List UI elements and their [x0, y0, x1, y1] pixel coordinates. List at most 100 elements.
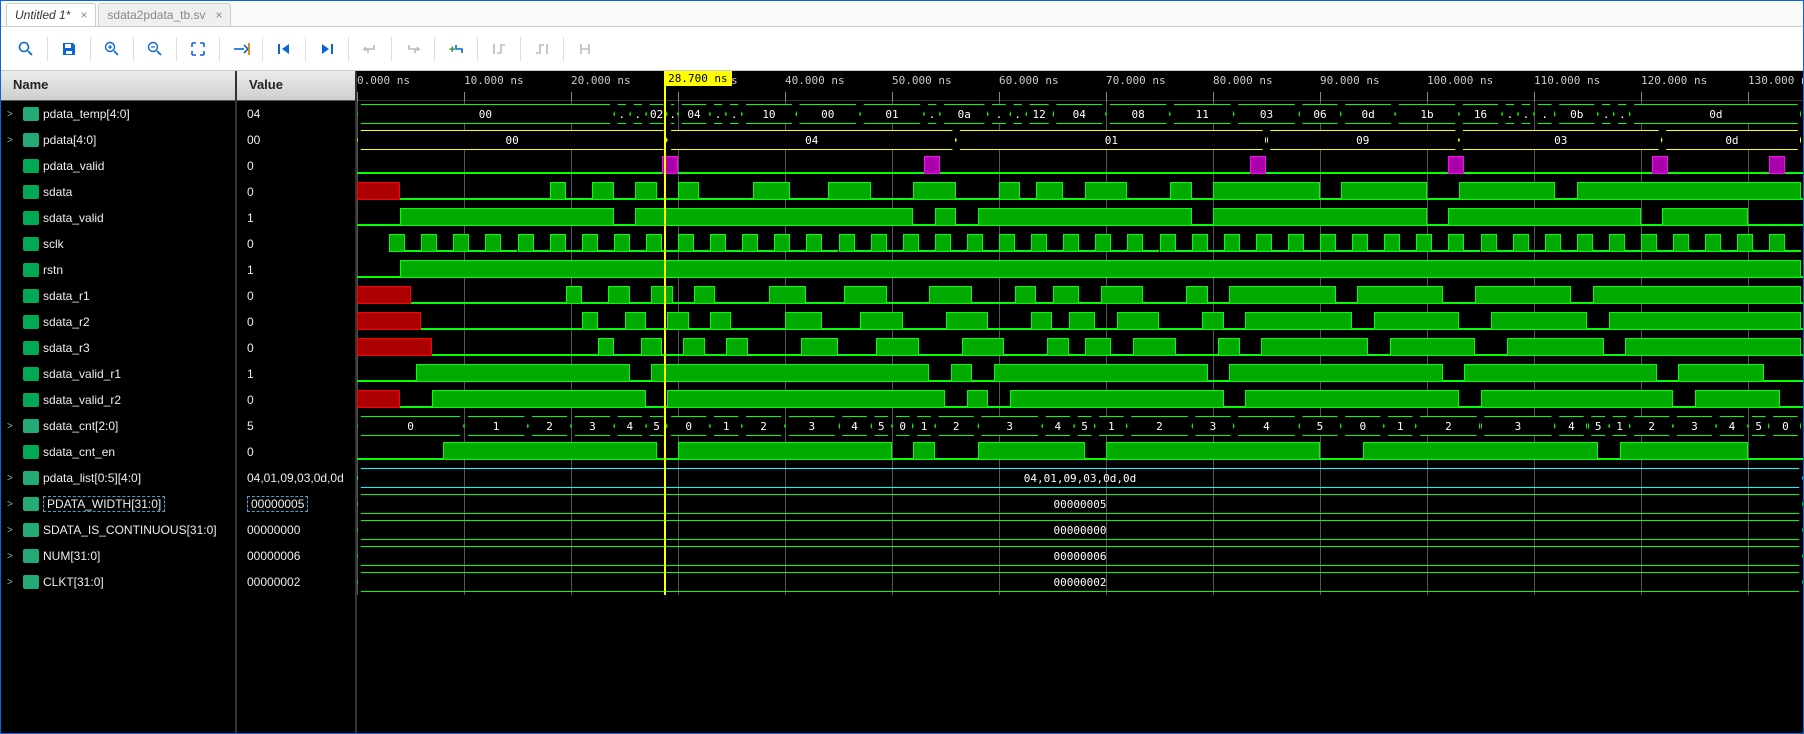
signal-value[interactable]: 00000006 — [237, 543, 355, 569]
signal-row[interactable]: >SDATA_IS_CONTINUOUS[31:0] — [1, 517, 235, 543]
signal-row[interactable]: >pdata_list[0:5][4:0] — [1, 465, 235, 491]
expand-toggle[interactable]: > — [7, 421, 19, 432]
signal-value[interactable]: 00000005 — [237, 491, 355, 517]
zoom-in-icon[interactable] — [97, 34, 127, 64]
signal-row[interactable]: sdata_valid_r2 — [1, 387, 235, 413]
wave-row[interactable] — [357, 231, 1803, 257]
close-icon[interactable]: × — [80, 8, 87, 22]
expand-toggle[interactable]: > — [7, 551, 19, 562]
signal-value[interactable]: 1 — [237, 205, 355, 231]
high-segment — [1218, 338, 1239, 356]
wave-row[interactable] — [357, 309, 1803, 335]
high-segment — [978, 208, 1192, 226]
wave-row[interactable]: 00000005 — [357, 491, 1803, 517]
wave-row[interactable] — [357, 439, 1803, 465]
high-segment — [598, 338, 614, 356]
signal-value[interactable]: 04 — [237, 101, 355, 127]
go-last-icon[interactable] — [312, 34, 342, 64]
signal-name: NUM[31:0] — [43, 549, 100, 563]
high-segment — [1170, 182, 1191, 200]
signal-row[interactable]: sdata_r1 — [1, 283, 235, 309]
signal-row[interactable]: > NUM[31:0] — [1, 543, 235, 569]
clk-edge — [437, 250, 453, 252]
wave-row[interactable]: 01234501234501234512345012345123450 — [357, 413, 1803, 439]
signal-value[interactable]: 0 — [237, 283, 355, 309]
clk-edge — [1047, 250, 1063, 252]
wave-row[interactable]: 04,01,09,03,0d,0d — [357, 465, 1803, 491]
wave-row[interactable]: 00..02.04..100001.0a..1204081103060d1b16… — [357, 101, 1803, 127]
high-segment — [951, 364, 972, 382]
signal-row[interactable]: >PDATA_WIDTH[31:0] — [1, 491, 235, 517]
signal-row[interactable]: sdata_valid_r1 — [1, 361, 235, 387]
value-text: 1 — [247, 211, 254, 225]
go-to-cursor-icon[interactable] — [226, 34, 256, 64]
signal-row[interactable]: >pdata_temp[4:0] — [1, 101, 235, 127]
expand-toggle[interactable]: > — [7, 473, 19, 484]
signal-value[interactable]: 0 — [237, 231, 355, 257]
high-segment — [1475, 286, 1571, 304]
high-segment — [769, 286, 806, 304]
wave-row[interactable] — [357, 283, 1803, 309]
signal-row[interactable]: rstn — [1, 257, 235, 283]
signal-row[interactable]: sclk — [1, 231, 235, 257]
signal-row[interactable]: sdata_r3 — [1, 335, 235, 361]
zoom-fit-icon[interactable] — [183, 34, 213, 64]
high-segment — [1620, 442, 1748, 460]
signal-value[interactable]: 0 — [237, 439, 355, 465]
add-marker-icon[interactable]: + — [441, 34, 471, 64]
wave-row[interactable] — [357, 361, 1803, 387]
waveform-panel[interactable]: 28.700 ns 0.000 ns10.000 ns20.000 ns30.0… — [357, 71, 1803, 733]
signal-row[interactable]: >sdata_cnt[2:0] — [1, 413, 235, 439]
signal-value[interactable]: 0 — [237, 335, 355, 361]
wave-row[interactable] — [357, 205, 1803, 231]
signal-value[interactable]: 00 — [237, 127, 355, 153]
signal-value[interactable]: 0 — [237, 153, 355, 179]
wave-row[interactable] — [357, 179, 1803, 205]
save-icon[interactable] — [54, 34, 84, 64]
signal-value[interactable]: 00000002 — [237, 569, 355, 595]
clk-edge — [855, 250, 871, 252]
expand-toggle[interactable]: > — [7, 135, 19, 146]
expand-toggle[interactable]: > — [7, 577, 19, 588]
signal-row[interactable]: sdata_cnt_en — [1, 439, 235, 465]
signal-row[interactable]: >pdata[4:0] — [1, 127, 235, 153]
wave-row[interactable]: 00000002 — [357, 569, 1803, 595]
signal-row[interactable]: pdata_valid — [1, 153, 235, 179]
high-segment — [1036, 182, 1063, 200]
tab-sdata2pdata[interactable]: sdata2pdata_tb.sv × — [98, 3, 231, 26]
wave-row[interactable]: 00040109030d — [357, 127, 1803, 153]
signal-row[interactable]: sdata_r2 — [1, 309, 235, 335]
wave-row[interactable]: 00000000 — [357, 517, 1803, 543]
signal-value[interactable]: 5 — [237, 413, 355, 439]
signal-value[interactable]: 1 — [237, 361, 355, 387]
signal-row[interactable]: >CLKT[31:0] — [1, 569, 235, 595]
clk-edge — [1785, 250, 1801, 252]
expand-toggle[interactable]: > — [7, 499, 19, 510]
signal-value[interactable]: 04,01,09,03,0d,0d — [237, 465, 355, 491]
expand-toggle[interactable]: > — [7, 525, 19, 536]
go-first-icon[interactable] — [269, 34, 299, 64]
wave-row[interactable] — [357, 387, 1803, 413]
tab-untitled[interactable]: Untitled 1* × — [6, 3, 96, 26]
high-segment — [550, 182, 566, 200]
signal-value[interactable]: 0 — [237, 179, 355, 205]
signal-value[interactable]: 0 — [237, 309, 355, 335]
zoom-out-icon[interactable] — [140, 34, 170, 64]
wave-row[interactable] — [357, 335, 1803, 361]
time-ruler[interactable]: 0.000 ns10.000 ns20.000 ns30.000 ns40.00… — [357, 71, 1803, 101]
wave-body[interactable]: 00..02.04..100001.0a..1204081103060d1b16… — [357, 101, 1803, 595]
signal-value[interactable]: 00000000 — [237, 517, 355, 543]
search-icon[interactable] — [11, 34, 41, 64]
cursor-line[interactable] — [664, 71, 666, 595]
signal-value[interactable]: 1 — [237, 257, 355, 283]
bus-segment: 0 — [1769, 416, 1801, 436]
wave-row[interactable] — [357, 257, 1803, 283]
signal-value[interactable]: 0 — [237, 387, 355, 413]
expand-toggle[interactable]: > — [7, 109, 19, 120]
separator — [133, 37, 134, 61]
signal-row[interactable]: sdata_valid — [1, 205, 235, 231]
wave-row[interactable] — [357, 153, 1803, 179]
close-icon[interactable]: × — [215, 8, 222, 22]
signal-row[interactable]: sdata — [1, 179, 235, 205]
wave-row[interactable]: 00000006 — [357, 543, 1803, 569]
